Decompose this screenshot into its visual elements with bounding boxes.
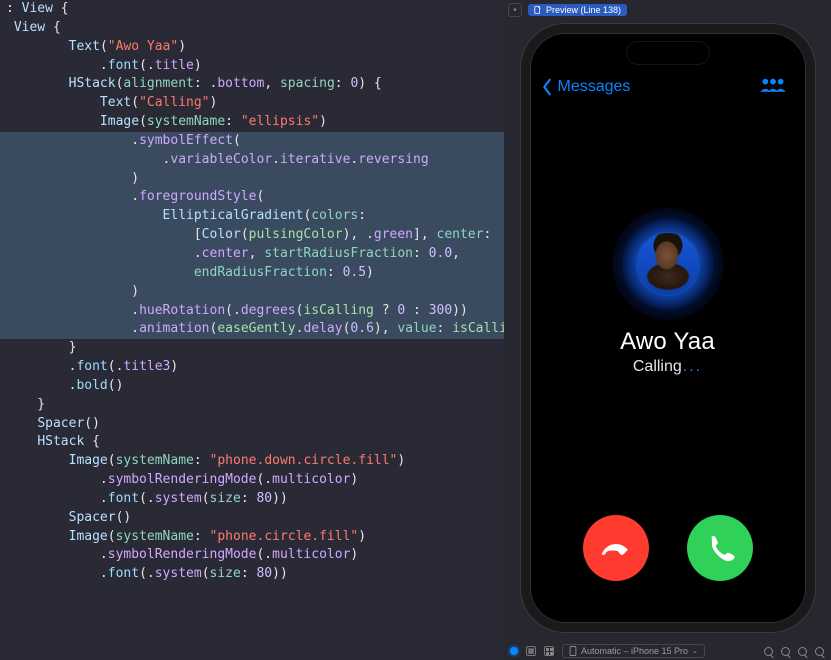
pin-icon[interactable]: ✦ — [508, 3, 522, 17]
code-line[interactable]: .font(.title) — [0, 57, 504, 76]
calling-label: Calling — [633, 358, 682, 376]
code-line[interactable]: } — [0, 396, 504, 415]
code-line[interactable]: .center, startRadiusFraction: 0.0, — [0, 245, 504, 264]
code-editor[interactable]: : View { View { Text("Awo Yaa") .font(.t… — [0, 0, 504, 660]
back-button[interactable]: Messages — [540, 78, 631, 96]
selectable-mode-icon[interactable]: ▦ — [526, 646, 536, 656]
code-line[interactable]: endRadiusFraction: 0.5) — [0, 264, 504, 283]
code-line[interactable]: .font(.system(size: 80)) — [0, 565, 504, 584]
code-line[interactable]: .foregroundStyle( — [0, 188, 504, 207]
preview-pane: ✦ Preview (Line 138) Messages — [504, 0, 831, 660]
code-line[interactable]: : View { — [0, 0, 504, 19]
chevron-left-icon — [540, 78, 554, 96]
code-line[interactable]: .animation(easeGently.delay(0.6), value:… — [0, 320, 504, 339]
code-line[interactable]: HStack(alignment: .bottom, spacing: 0) { — [0, 75, 504, 94]
code-line[interactable]: Image(systemName: "ellipsis") — [0, 113, 504, 132]
live-preview-status-icon[interactable] — [510, 647, 518, 655]
code-line[interactable]: [Color(pulsingColor), .green], center: — [0, 226, 504, 245]
call-buttons-row — [530, 515, 806, 581]
preview-toolbar: ✦ Preview (Line 138) — [504, 0, 831, 20]
caller-avatar-ring — [612, 208, 724, 320]
zoom-in-icon[interactable] — [814, 646, 825, 657]
code-line[interactable]: .symbolEffect( — [0, 132, 504, 151]
code-line[interactable]: EllipticalGradient(colors: — [0, 207, 504, 226]
ellipsis-icon: ... — [683, 358, 702, 376]
calling-status: Calling... — [633, 358, 702, 376]
zoom-out-icon[interactable] — [780, 646, 791, 657]
code-line[interactable]: Spacer() — [0, 509, 504, 528]
people-icon — [756, 75, 790, 95]
code-line[interactable]: .font(.title3) — [0, 358, 504, 377]
device-selector[interactable]: Automatic – iPhone 15 Pro ⌄ — [562, 644, 705, 658]
phone-simulator: Messages — [521, 24, 815, 632]
device-label: Automatic – iPhone 15 Pro — [581, 646, 688, 656]
code-line[interactable]: .hueRotation(.degrees(isCalling ? 0 : 30… — [0, 302, 504, 321]
nav-bar: Messages — [530, 33, 806, 98]
code-line[interactable]: Image(systemName: "phone.down.circle.fil… — [0, 452, 504, 471]
phone-screen: Messages — [530, 33, 806, 623]
preview-badge-label: Preview (Line 138) — [546, 5, 621, 15]
zoom-actual-icon[interactable] — [797, 646, 808, 657]
code-line[interactable]: Text("Calling") — [0, 94, 504, 113]
code-line[interactable]: .bold() — [0, 377, 504, 396]
phone-side-button — [815, 182, 818, 250]
code-line[interactable]: Spacer() — [0, 415, 504, 434]
caller-avatar — [637, 233, 699, 295]
code-line[interactable]: View { — [0, 19, 504, 38]
group-button[interactable] — [756, 75, 790, 98]
code-line[interactable]: HStack { — [0, 433, 504, 452]
caller-name: Awo Yaa — [620, 328, 715, 356]
code-line[interactable]: ) — [0, 283, 504, 302]
code-line[interactable]: .variableColor.iterative.reversing — [0, 151, 504, 170]
variants-icon[interactable] — [544, 646, 554, 656]
code-line[interactable]: .font(.system(size: 80)) — [0, 490, 504, 509]
preview-location-badge[interactable]: Preview (Line 138) — [528, 4, 627, 16]
zoom-out-fit-icon[interactable] — [763, 646, 774, 657]
code-line[interactable]: Text("Awo Yaa") — [0, 38, 504, 57]
code-line[interactable]: .symbolRenderingMode(.multicolor) — [0, 471, 504, 490]
decline-call-button[interactable] — [583, 515, 649, 581]
phone-down-icon — [599, 531, 633, 565]
chevron-down-icon: ⌄ — [692, 647, 698, 655]
preview-bottom-bar: ▦ Automatic – iPhone 15 Pro ⌄ — [504, 644, 831, 658]
accept-call-button[interactable] — [687, 515, 753, 581]
code-line[interactable]: } — [0, 339, 504, 358]
back-label: Messages — [558, 78, 631, 96]
code-line[interactable]: ) — [0, 170, 504, 189]
doc-icon — [534, 6, 542, 14]
code-line[interactable]: .symbolRenderingMode(.multicolor) — [0, 546, 504, 565]
phone-device-icon — [569, 646, 577, 656]
phone-icon — [703, 531, 737, 565]
code-line[interactable]: Image(systemName: "phone.circle.fill") — [0, 528, 504, 547]
